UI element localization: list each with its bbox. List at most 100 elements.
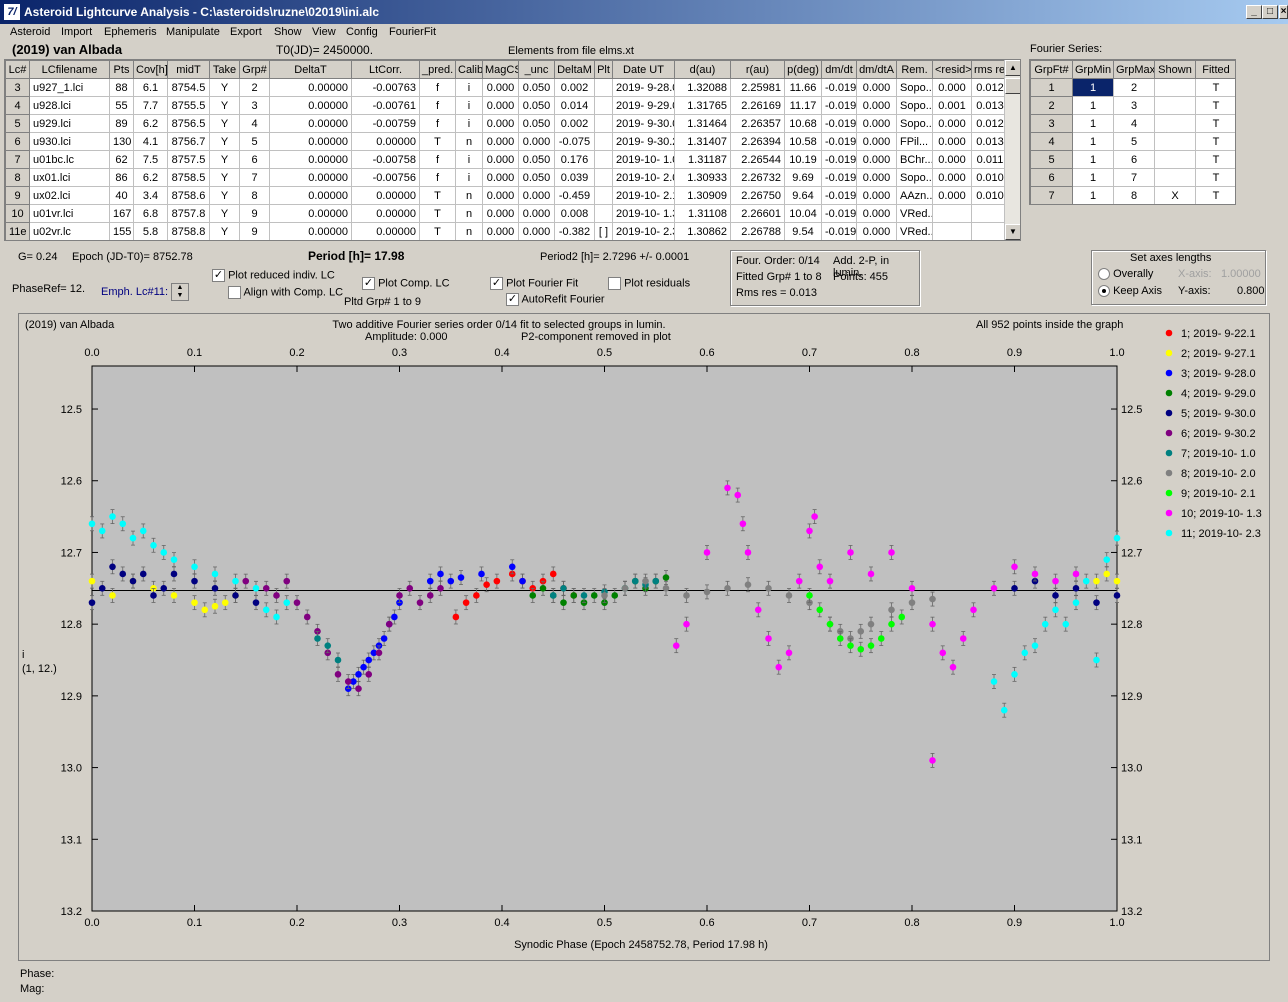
table-cell[interactable]: 86 bbox=[109, 168, 134, 187]
fourier-cell[interactable]: 2 bbox=[1030, 96, 1073, 115]
table-cell[interactable]: 10.04 bbox=[784, 204, 822, 223]
minimize-button[interactable]: _ bbox=[1246, 5, 1262, 19]
table-cell[interactable]: 0.00000 bbox=[269, 186, 352, 205]
table-cell[interactable]: -0.019 bbox=[821, 186, 857, 205]
table-cell[interactable]: VRed... bbox=[896, 222, 933, 240]
table-cell[interactable]: 0.000 bbox=[856, 150, 897, 169]
table-cell[interactable]: -0.019 bbox=[821, 150, 857, 169]
lc-col-header[interactable]: Rem. bbox=[896, 60, 933, 79]
table-cell[interactable]: T bbox=[419, 132, 456, 151]
plot-residuals-checkbox[interactable]: Plot residuals bbox=[608, 277, 690, 290]
fourier-row[interactable]: 415 T bbox=[1030, 132, 1235, 151]
table-cell[interactable]: 0.013 bbox=[971, 132, 1009, 151]
maximize-button[interactable]: □ bbox=[1262, 5, 1278, 19]
table-cell[interactable]: 0.00000 bbox=[269, 204, 352, 223]
table-cell[interactable]: 8756.5 bbox=[167, 114, 210, 133]
lc-col-header[interactable]: MagCS bbox=[482, 60, 519, 79]
table-cell[interactable]: 0.00000 bbox=[269, 114, 352, 133]
fourier-cell[interactable]: 8 bbox=[1113, 186, 1155, 204]
fourier-col-header[interactable]: Shown bbox=[1154, 60, 1196, 79]
fourier-cell[interactable]: 5 bbox=[1030, 150, 1073, 169]
table-cell[interactable]: 0.000 bbox=[518, 222, 555, 240]
table-cell[interactable]: 167 bbox=[109, 204, 134, 223]
table-cell[interactable]: 2.26394 bbox=[730, 132, 785, 151]
table-cell[interactable]: -0.019 bbox=[821, 132, 857, 151]
lc-col-header[interactable]: LtCorr. bbox=[351, 60, 420, 79]
table-cell[interactable]: 2.26788 bbox=[730, 222, 785, 240]
table-cell[interactable]: Y bbox=[209, 222, 240, 240]
lc-col-header[interactable]: DeltaT bbox=[269, 60, 352, 79]
table-cell[interactable]: 4.1 bbox=[133, 132, 168, 151]
table-cell[interactable]: 11.66 bbox=[784, 78, 822, 97]
table-cell[interactable]: 0.013 bbox=[971, 96, 1009, 115]
table-cell[interactable]: 0.00000 bbox=[351, 132, 420, 151]
table-cell[interactable]: 3 bbox=[5, 78, 30, 97]
table-cell[interactable]: 0.176 bbox=[554, 150, 595, 169]
table-cell[interactable]: 0.008 bbox=[554, 204, 595, 223]
menu-config[interactable]: Config bbox=[346, 26, 378, 38]
table-cell[interactable]: 2019- 9-30.2 bbox=[612, 132, 675, 151]
table-cell[interactable]: T bbox=[419, 222, 456, 240]
fourier-cell[interactable] bbox=[1154, 150, 1196, 169]
fourier-cell[interactable]: T bbox=[1195, 96, 1235, 115]
fourier-row[interactable]: 314 T bbox=[1030, 114, 1235, 133]
fourier-cell[interactable]: 7 bbox=[1030, 186, 1073, 204]
table-cell[interactable]: BChr... bbox=[896, 150, 933, 169]
table-cell[interactable]: 10.58 bbox=[784, 132, 822, 151]
table-cell[interactable]: -0.019 bbox=[821, 168, 857, 187]
table-cell[interactable]: T bbox=[419, 204, 456, 223]
fourier-cell[interactable]: 6 bbox=[1030, 168, 1073, 187]
table-cell[interactable]: 0.000 bbox=[482, 114, 519, 133]
table-cell[interactable]: f bbox=[419, 150, 456, 169]
table-cell[interactable]: 2.26601 bbox=[730, 204, 785, 223]
table-row[interactable]: 9 ux02.lci 40 3.4 8758.6 Y 8 0.00000 0.00000 Tn 0.… bbox=[5, 186, 1009, 205]
table-cell[interactable]: 88 bbox=[109, 78, 134, 97]
table-cell[interactable]: 0.000 bbox=[856, 222, 897, 240]
table-cell[interactable] bbox=[932, 222, 972, 240]
table-cell[interactable] bbox=[594, 96, 613, 115]
menu-manipulate[interactable]: Manipulate bbox=[166, 26, 220, 38]
table-cell[interactable]: 2.26732 bbox=[730, 168, 785, 187]
table-cell[interactable]: 1.31464 bbox=[674, 114, 731, 133]
fourier-cell[interactable]: 1 bbox=[1030, 78, 1073, 97]
table-cell[interactable]: 7 bbox=[5, 150, 30, 169]
table-cell[interactable]: 0.000 bbox=[482, 222, 519, 240]
table-cell[interactable]: 2019- 9-30.0 bbox=[612, 114, 675, 133]
table-cell[interactable]: 0.000 bbox=[482, 78, 519, 97]
table-cell[interactable]: 0.000 bbox=[932, 168, 972, 187]
autorefit-checkbox[interactable]: ✓ AutoRefit Fourier bbox=[506, 293, 605, 306]
fourier-cell[interactable]: 1 bbox=[1072, 186, 1114, 204]
table-cell[interactable]: 0.000 bbox=[482, 150, 519, 169]
fourier-row[interactable]: 516 T bbox=[1030, 150, 1235, 169]
table-cell[interactable]: [ ] bbox=[594, 222, 613, 240]
fourier-cell[interactable] bbox=[1154, 132, 1196, 151]
table-cell[interactable]: 0.000 bbox=[932, 114, 972, 133]
table-cell[interactable]: 0.011 bbox=[971, 150, 1009, 169]
table-cell[interactable]: 1.30909 bbox=[674, 186, 731, 205]
fourier-cell[interactable]: 1 bbox=[1072, 132, 1114, 151]
menu-import[interactable]: Import bbox=[61, 26, 92, 38]
epoch-label[interactable]: Epoch (JD-T0)= 8752.78 bbox=[72, 251, 193, 263]
table-cell[interactable]: 0.00000 bbox=[351, 222, 420, 240]
fourier-row[interactable]: 718XT bbox=[1030, 186, 1235, 204]
emph-spinner[interactable]: ▲ ▼ bbox=[171, 283, 189, 301]
lc-col-header[interactable]: dm/dt bbox=[821, 60, 857, 79]
table-cell[interactable]: 7.7 bbox=[133, 96, 168, 115]
table-cell[interactable]: 40 bbox=[109, 186, 134, 205]
lc-col-header[interactable]: p(deg) bbox=[784, 60, 822, 79]
table-cell[interactable]: 2019-10- 2.1 bbox=[612, 186, 675, 205]
table-cell[interactable]: 1.30862 bbox=[674, 222, 731, 240]
table-cell[interactable] bbox=[594, 186, 613, 205]
overally-radio[interactable]: Overally bbox=[1098, 268, 1153, 281]
table-cell[interactable]: 6 bbox=[239, 150, 270, 169]
table-cell[interactable]: 11.17 bbox=[784, 96, 822, 115]
table-cell[interactable]: i bbox=[455, 114, 483, 133]
table-cell[interactable]: 0.000 bbox=[856, 114, 897, 133]
table-cell[interactable]: 4 bbox=[239, 114, 270, 133]
lc-col-header[interactable]: dm/dtA bbox=[856, 60, 897, 79]
table-cell[interactable]: 0.00000 bbox=[269, 132, 352, 151]
table-cell[interactable]: 0.014 bbox=[554, 96, 595, 115]
menu-ephemeris[interactable]: Ephemeris bbox=[104, 26, 157, 38]
table-cell[interactable]: 3 bbox=[239, 96, 270, 115]
plot-comp-checkbox[interactable]: ✓ Plot Comp. LC bbox=[362, 277, 450, 290]
